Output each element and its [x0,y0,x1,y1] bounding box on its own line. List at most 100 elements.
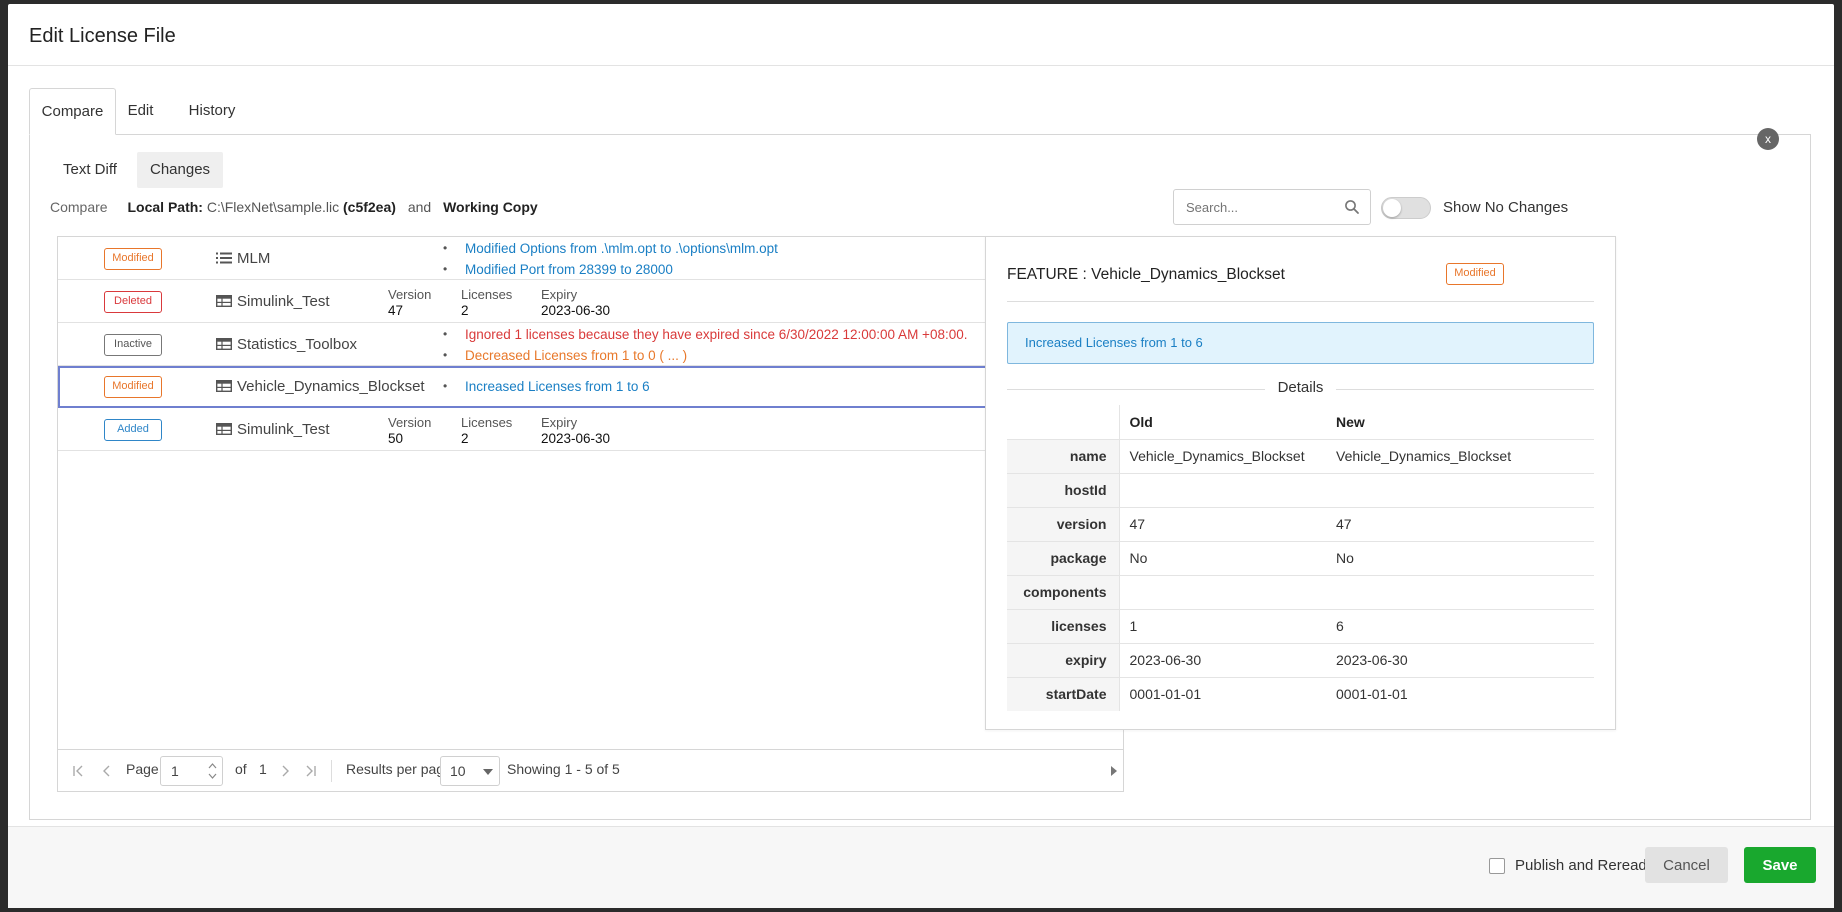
local-path-label: Local Path: [127,199,203,215]
version-value: 47 [388,303,404,318]
field-key: hostId [1007,472,1120,507]
last-page-icon[interactable] [303,764,317,778]
per-page-label: Results per page [346,761,452,777]
search-input[interactable] [1174,190,1334,224]
change-details: Increased Licenses from 1 to 6 [443,376,650,397]
close-detail-button[interactable]: x [1757,128,1779,150]
dialog-footer: Publish and Reread Cancel Save [8,826,1834,908]
licenses-label: Licenses [461,415,513,430]
total-pages: 1 [259,761,267,777]
version-label: Version [388,415,432,430]
detail-row: hostId [1007,472,1594,507]
per-page-value: 10 [450,763,466,779]
change-row-vehicle-dynamics[interactable]: Modified Vehicle_Dynamics_Blockset Incre… [58,366,1123,408]
detail-title: FEATURE : Vehicle_Dynamics_Blockset [1007,266,1285,283]
page-stepper-icon[interactable] [208,762,217,780]
new-value: Vehicle_Dynamics_Blockset [1326,438,1594,473]
details-table: Old New name Vehicle_Dynamics_Blockset V… [1007,405,1594,711]
change-row-simulink-added[interactable]: Added Simulink_Test Version 50 Licenses … [58,408,1123,451]
old-column-header: Old [1129,413,1153,430]
feature-name: Simulink_Test [237,293,330,310]
table-icon [216,380,232,392]
subtab-text-diff[interactable]: Text Diff [50,152,130,188]
show-no-changes-toggle[interactable] [1381,197,1431,219]
licenses-label: Licenses [461,287,513,302]
old-value [1119,472,1326,507]
change-row-statistics-toolbox[interactable]: Inactive Statistics_Toolbox Ignored 1 li… [58,323,1123,366]
new-value: 47 [1326,506,1594,541]
expiry-value: 2023-06-30 [541,303,611,318]
feature-detail-panel: FEATURE : Vehicle_Dynamics_Blockset Modi… [985,236,1616,730]
status-badge: Modified [104,248,162,270]
licenses-value: 2 [461,431,469,446]
change-details: Ignored 1 licenses because they have exp… [443,324,967,366]
feature-name: MLM [237,250,271,267]
tab-compare[interactable]: Compare [29,88,116,135]
expiry-label: Expiry [541,415,578,430]
version-label: Version [388,287,432,302]
compare-description: Compare Local Path: C:\FlexNet\sample.li… [50,199,538,215]
detail-row: expiry 2023-06-30 2023-06-30 [1007,642,1594,677]
search-icon[interactable] [1344,199,1360,215]
expiry-label: Expiry [541,287,578,302]
local-hash: (c5f2ea) [343,199,396,215]
change-bullet: Increased Licenses from 1 to 6 [443,376,650,397]
tab-history[interactable]: History [179,88,245,135]
change-details: Modified Options from .\mlm.opt to .\opt… [443,238,778,280]
next-page-icon[interactable] [278,764,292,778]
status-badge: Deleted [104,291,162,313]
publish-and-reread-label[interactable]: Publish and Reread [1515,857,1647,874]
publish-and-reread-checkbox[interactable] [1489,858,1505,874]
dialog-header: Edit License File [8,4,1834,66]
working-copy-label: Working Copy [443,199,538,215]
change-bullet: Modified Port from 28399 to 28000 [443,259,778,280]
detail-row: startDate 0001-01-01 0001-01-01 [1007,676,1594,711]
feature-name: Vehicle_Dynamics_Blockset [237,378,425,395]
changes-list: Modified MLM Modified Options from .\mlm… [57,236,1124,792]
new-value: 6 [1326,608,1594,643]
change-bullet: Modified Options from .\mlm.opt to .\opt… [443,238,778,259]
dialog-title: Edit License File [29,25,176,47]
change-row-simulink-deleted[interactable]: Deleted Simulink_Test Version 47 License… [58,280,1123,323]
scroll-right-icon[interactable] [1111,766,1117,776]
first-page-icon[interactable] [72,764,86,778]
status-badge: Inactive [104,334,162,356]
pager: Page 1 of 1 Results per page 10 Showing … [58,749,1123,791]
new-value [1326,574,1594,609]
field-key: name [1007,438,1120,473]
detail-row: version 47 47 [1007,506,1594,541]
compare-panel: Text Diff Changes Compare Local Path: C:… [29,128,1811,820]
new-value [1326,472,1594,507]
subtab-changes[interactable]: Changes [137,152,224,188]
chevron-down-icon [483,769,493,775]
old-value: 2023-06-30 [1119,642,1326,677]
detail-row: package No No [1007,540,1594,575]
field-key: components [1007,574,1120,609]
compare-and: and [407,199,432,215]
new-value: No [1326,540,1594,575]
cancel-button[interactable]: Cancel [1645,847,1728,883]
new-column-header: New [1336,413,1365,430]
table-icon [216,295,232,307]
prev-page-icon[interactable] [100,764,114,778]
detail-row: name Vehicle_Dynamics_Blockset Vehicle_D… [1007,438,1594,473]
per-page-select[interactable]: 10 [440,756,500,786]
old-value: 1 [1119,608,1326,643]
table-icon [216,338,232,350]
pager-divider [331,760,332,782]
search-box [1173,189,1371,225]
expiry-value: 2023-06-30 [541,431,611,446]
old-value: No [1119,540,1326,575]
field-key: startDate [1007,676,1120,711]
list-icon [216,252,232,264]
old-value [1119,574,1326,609]
detail-row: components [1007,574,1594,609]
old-value: 0001-01-01 [1119,676,1326,711]
change-row-mlm[interactable]: Modified MLM Modified Options from .\mlm… [58,237,1123,280]
page-input[interactable]: 1 [160,756,223,786]
save-button[interactable]: Save [1744,847,1816,883]
detail-divider [1007,301,1594,302]
details-header-row: Old New [1007,405,1594,439]
tab-edit[interactable]: Edit [119,88,162,135]
detail-status-badge: Modified [1446,263,1504,285]
